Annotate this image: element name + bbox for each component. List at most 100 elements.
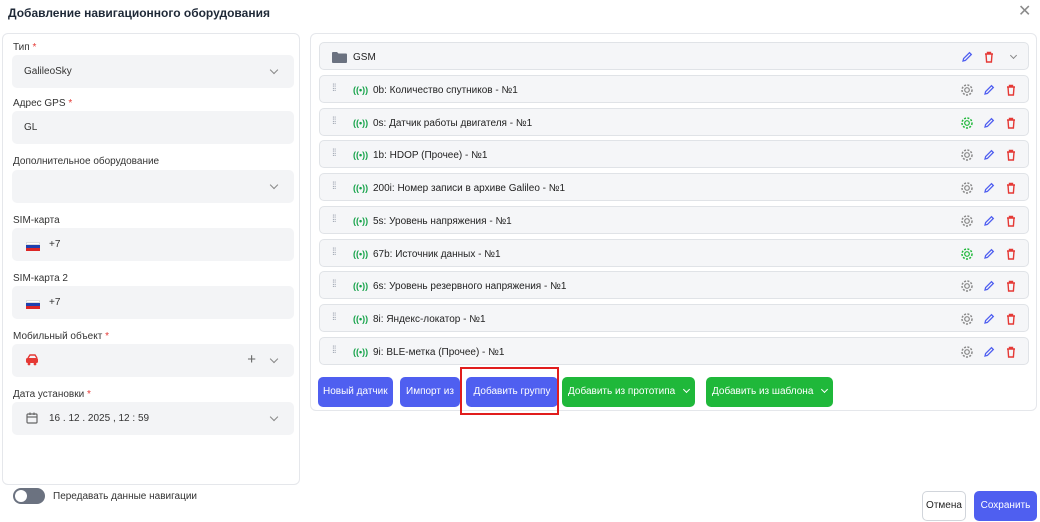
russia-flag-icon: [26, 300, 40, 309]
gear-icon[interactable]: [960, 345, 974, 359]
drag-handle-icon[interactable]: ⁞⁞: [332, 247, 336, 258]
chevron-down-icon[interactable]: [269, 354, 279, 364]
sensor-row[interactable]: ⁞⁞ ((•)) 9i: BLE-метка (Прочее) - №1: [319, 336, 1029, 365]
drag-handle-icon[interactable]: ⁞⁞: [332, 182, 336, 192]
signal-icon: ((•)): [353, 85, 369, 95]
new-sensor-button[interactable]: Новый датчик: [318, 377, 393, 407]
sim1-input[interactable]: +7: [12, 228, 294, 261]
gear-icon[interactable]: [960, 181, 974, 195]
gps-input[interactable]: GL: [12, 111, 294, 144]
pencil-icon[interactable]: [982, 279, 996, 293]
folder-icon: [332, 52, 347, 63]
chevron-down-icon: [683, 385, 691, 394]
trash-icon[interactable]: [1004, 247, 1018, 261]
pencil-icon[interactable]: [982, 116, 996, 130]
trash-icon[interactable]: [1004, 148, 1018, 162]
signal-icon: ((•)): [353, 215, 369, 226]
sensor-row[interactable]: ⁞⁞ ((•)) 200i: Номер записи в архиве Galil…: [319, 173, 1029, 202]
type-value: GalileoSky: [24, 66, 72, 77]
sensor-row[interactable]: ⁞⁞ ((•)) 0b: Количество спутников - №1: [319, 75, 1029, 103]
pencil-icon[interactable]: [960, 50, 974, 64]
gear-icon[interactable]: [960, 214, 974, 228]
sensor-label: 0b: Количество спутников - №1: [373, 85, 518, 96]
drag-handle-icon[interactable]: ⁞⁞: [332, 214, 336, 225]
type-label: Тип *: [13, 42, 37, 53]
signal-icon: ((•)): [353, 313, 369, 324]
sensors-panel: GSM ⁞⁞ ((•)) 0b: Количество спутников - №1…: [310, 33, 1037, 411]
chevron-down-icon: [821, 385, 829, 394]
drag-handle-icon[interactable]: ⁞⁞: [332, 312, 336, 323]
sensor-row[interactable]: ⁞⁞ ((•)) 0s: Датчик работы двигателя - №1: [319, 107, 1029, 136]
signal-icon: ((•)): [353, 248, 369, 259]
trash-icon[interactable]: [1004, 345, 1018, 359]
sim2-input[interactable]: +7: [12, 286, 294, 319]
import-button[interactable]: Импорт из: [400, 377, 460, 407]
dialog-title: Добавление навигационного оборудования: [8, 6, 270, 20]
trash-icon[interactable]: [1004, 181, 1018, 195]
group-row[interactable]: GSM: [319, 42, 1029, 70]
equipment-form: Тип * GalileoSky Адрес GPS * GL Дополнит…: [2, 33, 300, 504]
sensor-label: 5s: Уровень напряжения - №1: [373, 215, 512, 227]
mobile-object-label: Мобильный объект *: [13, 331, 109, 342]
trash-icon[interactable]: [1004, 279, 1018, 293]
signal-icon: ((•)): [353, 346, 369, 357]
save-button[interactable]: Сохранить: [974, 491, 1037, 521]
install-date-picker[interactable]: 16 . 12 . 2025 , 12 : 59: [12, 402, 294, 435]
drag-handle-icon[interactable]: ⁞⁞: [332, 280, 336, 290]
sensor-row[interactable]: ⁞⁞ ((•)) 8i: Яндекс-локатор - №1: [319, 303, 1029, 332]
gps-value: GL: [24, 122, 38, 133]
pencil-icon[interactable]: [982, 345, 996, 359]
gear-icon[interactable]: [960, 116, 974, 130]
extra-equipment-select[interactable]: [12, 170, 294, 203]
sensor-row[interactable]: ⁞⁞ ((•)) 67b: Источник данных - №1: [319, 238, 1029, 267]
type-select[interactable]: GalileoSky: [12, 55, 294, 88]
pencil-icon[interactable]: [982, 181, 996, 195]
trash-icon[interactable]: [982, 50, 996, 64]
sensor-row[interactable]: ⁞⁞ ((•)) 5s: Уровень напряжения - №1: [319, 205, 1029, 234]
install-date-value: 16 . 12 . 2025 , 12 : 59: [49, 413, 150, 424]
drag-handle-icon[interactable]: ⁞⁞: [332, 116, 336, 127]
drag-handle-icon[interactable]: ⁞⁞: [332, 149, 336, 159]
cancel-button[interactable]: Отмена: [922, 491, 966, 521]
trash-icon[interactable]: [1004, 83, 1018, 97]
add-from-prototype-button[interactable]: Добавить из прототипа: [562, 377, 696, 407]
pencil-icon[interactable]: [982, 312, 996, 326]
gps-label: Адрес GPS *: [13, 98, 73, 109]
chevron-down-icon[interactable]: [1009, 51, 1018, 60]
gear-icon[interactable]: [960, 312, 974, 326]
gear-icon[interactable]: [960, 83, 974, 97]
plus-icon[interactable]: +: [247, 351, 256, 368]
trash-icon[interactable]: [1004, 312, 1018, 326]
pencil-icon[interactable]: [982, 247, 996, 261]
mobile-object-select[interactable]: +: [12, 344, 294, 377]
gear-icon[interactable]: [960, 279, 974, 293]
trash-icon[interactable]: [1004, 214, 1018, 228]
chevron-down-icon: [269, 65, 279, 75]
drag-handle-icon[interactable]: ⁞⁞: [332, 345, 336, 356]
sensor-label: 1b: HDOP (Прочее) - №1: [373, 150, 488, 162]
pencil-icon[interactable]: [982, 83, 996, 97]
pencil-icon[interactable]: [982, 148, 996, 162]
sensor-row[interactable]: ⁞⁞ ((•)) 6s: Уровень резервного напряжения…: [319, 271, 1029, 300]
navigation-toggle[interactable]: [13, 488, 45, 504]
sim2-country-code: +7: [49, 297, 61, 308]
chevron-down-icon: [269, 180, 279, 190]
sensor-label: 67b: Источник данных - №1: [373, 248, 501, 260]
sim1-country-code: +7: [49, 239, 61, 250]
trash-icon[interactable]: [1004, 116, 1018, 130]
sensor-row[interactable]: ⁞⁞ ((•)) 1b: HDOP (Прочее) - №1: [319, 140, 1029, 169]
drag-handle-icon[interactable]: ⁞⁞: [332, 84, 336, 94]
close-icon[interactable]: ✕: [1018, 4, 1031, 20]
add-from-template-button[interactable]: Добавить из шаблона: [706, 377, 834, 407]
sensor-label: 0s: Датчик работы двигателя - №1: [373, 117, 533, 129]
group-name: GSM: [353, 52, 376, 63]
car-icon: [26, 354, 38, 366]
navigation-toggle-label: Передавать данные навигации: [53, 491, 197, 502]
gear-icon[interactable]: [960, 247, 974, 261]
pencil-icon[interactable]: [982, 214, 996, 228]
sensor-label: 8i: Яндекс-локатор - №1: [373, 313, 486, 325]
gear-icon[interactable]: [960, 148, 974, 162]
sim2-label: SIM-карта 2: [13, 273, 68, 284]
russia-flag-icon: [26, 242, 40, 251]
sim1-label: SIM-карта: [13, 215, 60, 226]
